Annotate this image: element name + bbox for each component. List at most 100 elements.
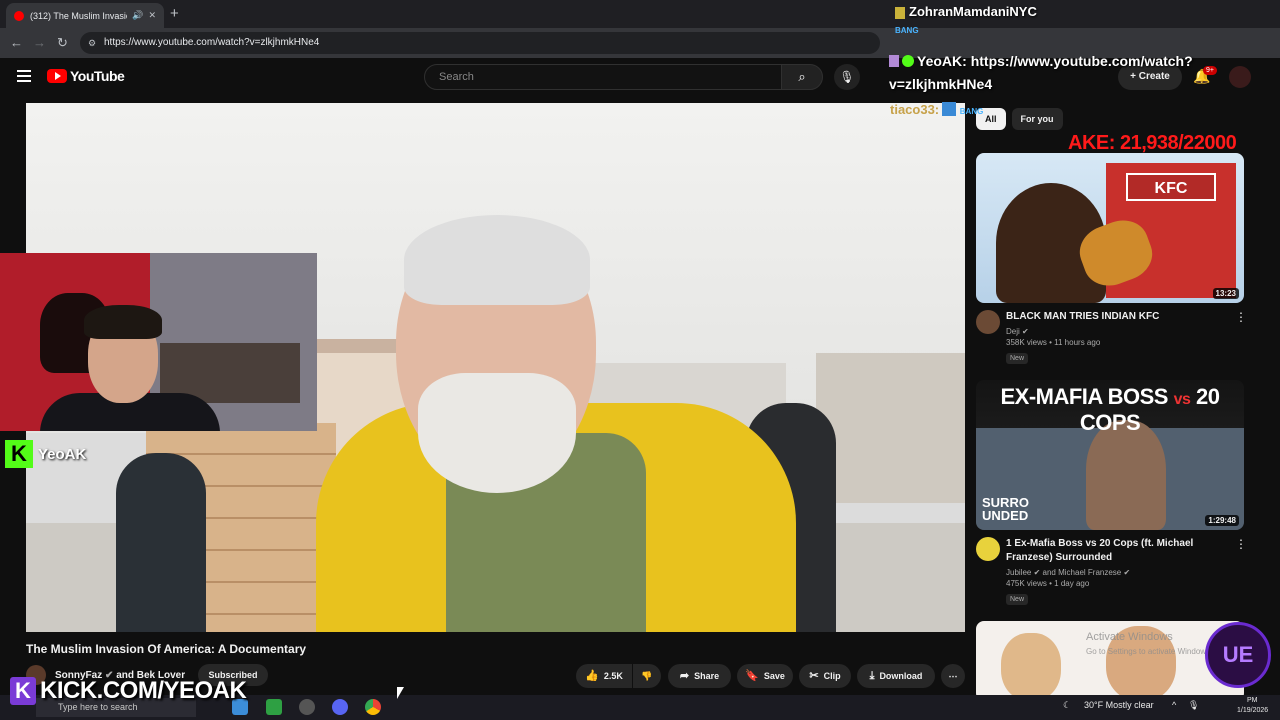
search-input[interactable]: Search [424, 64, 782, 90]
kick-url-overlay: K KICK.COM/YEOAK [10, 677, 247, 705]
save-button[interactable]: 🔖 Save [737, 664, 793, 688]
clip-label: Clip [823, 671, 841, 681]
sub-goal-counter: AKE: 21,938/22000 [1068, 132, 1237, 154]
share-icon: ➦ [679, 670, 690, 682]
streamer-webcam [0, 253, 317, 431]
channel-avatar[interactable] [976, 537, 1000, 561]
chat-emote: BANG [895, 26, 919, 35]
download-label: Download [879, 671, 923, 681]
discord-icon[interactable] [332, 699, 348, 715]
more-options-icon[interactable]: ⋮ [1235, 537, 1247, 551]
youtube-play-icon [47, 69, 67, 83]
recommendation-title: BLACK MAN TRIES INDIAN KFC [1006, 311, 1160, 322]
recommendation-info[interactable]: BLACK MAN TRIES INDIAN KFC Deji ✔ 358K v… [1006, 310, 1231, 365]
new-badge: New [1006, 594, 1029, 605]
kick-logo-icon: K [10, 677, 36, 705]
browser-tab-bar: (312) The Muslim Invasion O 🔊 ✕ + [0, 0, 1280, 28]
weather-icon[interactable]: ☾ [1063, 700, 1071, 711]
microphone-icon: 🎙 [839, 70, 855, 84]
clip-button[interactable]: ✂ Clip [799, 664, 851, 688]
video-frame-house [816, 353, 965, 503]
thumbnail-person [1086, 420, 1166, 530]
chat-message: YeoAK: https://www.youtube.com/watch?v=z… [889, 50, 1249, 96]
voice-search-button[interactable]: 🎙 [834, 64, 860, 90]
new-tab-icon[interactable]: + [170, 5, 179, 22]
verified-icon: ✔ [1123, 568, 1131, 577]
recommendation-title: 1 Ex-Mafia Boss vs 20 Cops (ft. Michael … [1006, 538, 1194, 563]
recommendation-meta: 475K views • 1 day ago [1006, 579, 1090, 588]
scissors-icon: ✂ [809, 670, 819, 682]
recommendation-channel-text: Jubilee [1006, 568, 1032, 577]
recommendation-channel: Deji ✔ [1006, 327, 1231, 336]
clock-date[interactable]: 1/19/2026 [1237, 707, 1268, 714]
recommendation-info[interactable]: 1 Ex-Mafia Boss vs 20 Cops (ft. Michael … [1006, 537, 1231, 606]
recommendation-thumbnail[interactable]: EX-MAFIA BOSS vs 20 COPS SURRO UNDED 1:29… [976, 380, 1244, 530]
chat-message: ZohranMamdaniNYC [895, 4, 1037, 19]
new-badge: New [1006, 353, 1029, 364]
browser-tab[interactable]: (312) The Muslim Invasion O 🔊 ✕ [6, 3, 164, 28]
kick-url-text: KICK.COM/YEOAK [40, 677, 247, 704]
recommendation-thumbnail[interactable]: KFC 13:23 [976, 153, 1244, 303]
search-icon: ⌕ [798, 69, 806, 84]
more-icon: ⋯ [948, 671, 958, 681]
video-frame-hair [404, 215, 590, 305]
activate-windows-watermark: Activate Windows [1086, 631, 1173, 643]
recommendation-meta: 358K views • 11 hours ago [1006, 338, 1101, 347]
mic-badge-icon [889, 55, 899, 67]
share-button[interactable]: ➦ Share [668, 664, 731, 688]
video-frame-beard [418, 373, 576, 493]
more-options-icon[interactable]: ⋮ [1235, 310, 1247, 324]
verified-badge-icon [902, 55, 914, 67]
youtube-wordmark: YouTube [70, 68, 125, 84]
app-icon[interactable] [266, 699, 282, 715]
mouse-cursor-icon [397, 687, 404, 699]
site-info-icon[interactable]: ⚙ [88, 32, 96, 54]
weather-text[interactable]: 30°F Mostly clear [1084, 700, 1154, 710]
chat-username: YeoAK: [917, 53, 967, 69]
webcam-hair [84, 305, 162, 339]
video-frame-person [116, 453, 206, 632]
forward-icon[interactable]: → [33, 35, 46, 50]
chat-emote-icon [942, 102, 957, 116]
activate-windows-subtext: Go to Settings to activate Windows. [1086, 647, 1213, 656]
thumbs-down-icon: 👎 [641, 671, 653, 681]
like-count: 2.5K [603, 671, 623, 681]
video-duration: 1:29:48 [1205, 515, 1239, 526]
youtube-logo[interactable]: YouTube [47, 68, 125, 84]
speaker-icon[interactable]: 🔊 [132, 10, 143, 21]
thumbnail-person [1001, 633, 1061, 701]
kick-logo-icon: K [5, 440, 33, 468]
save-label: Save [763, 671, 785, 681]
back-icon[interactable]: ← [10, 35, 23, 50]
chrome-icon[interactable] [365, 699, 381, 715]
clock-time[interactable]: PM [1247, 697, 1258, 704]
download-button[interactable]: ⤓ Download [857, 664, 935, 688]
tray-chevron-icon[interactable]: ^ [1172, 700, 1176, 710]
channel-avatar[interactable] [976, 310, 1000, 334]
thumbnail-headline: EX-MAFIA BOSS vs 20 COPS [980, 384, 1240, 436]
microphone-tray-icon[interactable]: 🎙 [1188, 700, 1199, 711]
like-button[interactable]: 👍 2.5K [576, 664, 632, 688]
url-field[interactable]: ⚙ https://www.youtube.com/watch?v=zlkjhm… [80, 32, 880, 54]
recommendation-thumbnail[interactable]: Activate Windows Go to Settings to activ… [976, 621, 1244, 701]
recommendation-channel-text: Deji [1006, 327, 1020, 336]
chat-badge-icon [895, 6, 905, 19]
thumbnail-sign: KFC [1126, 173, 1216, 201]
url-text: https://www.youtube.com/watch?v=zlkjhmkH… [104, 37, 320, 48]
youtube-favicon-icon [14, 10, 24, 21]
obs-icon[interactable] [299, 699, 315, 715]
tab-title: (312) The Muslim Invasion O [30, 10, 127, 21]
thumbnail-subtext: SURRO UNDED [982, 496, 1029, 522]
chip-for-you[interactable]: For you [1011, 108, 1063, 130]
dislike-button[interactable]: 👎 [633, 664, 661, 688]
verified-icon: ✔ [1022, 327, 1029, 336]
video-title: The Muslim Invasion Of America: A Docume… [26, 642, 307, 656]
reload-icon[interactable]: ↻ [57, 35, 68, 51]
chat-message: tiaco33: BANG [890, 102, 983, 117]
thumbs-up-icon: 👍 [585, 670, 599, 682]
close-tab-icon[interactable]: ✕ [148, 10, 156, 21]
search-button[interactable]: ⌕ [781, 64, 823, 90]
hamburger-menu-icon[interactable] [17, 70, 31, 82]
share-label: Share [694, 671, 720, 681]
more-actions-button[interactable]: ⋯ [941, 664, 965, 688]
